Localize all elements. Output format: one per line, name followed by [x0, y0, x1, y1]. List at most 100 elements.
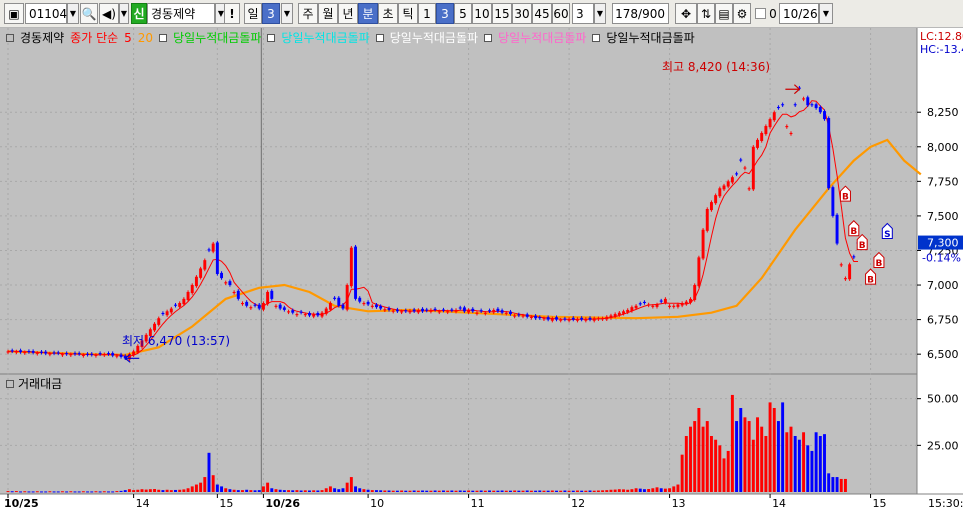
candle-body — [77, 353, 81, 355]
volume-bar — [492, 490, 496, 492]
volume-bar — [529, 490, 533, 492]
chart-window-icon[interactable]: ▣ — [4, 3, 24, 24]
minute-1-button[interactable]: 1 — [418, 3, 436, 24]
legend-square-icon[interactable] — [267, 34, 276, 42]
candle-body — [90, 353, 94, 355]
volume-bar — [345, 482, 349, 492]
volume-bar — [709, 436, 713, 492]
volume-bar — [86, 491, 90, 493]
candle-body — [299, 311, 303, 313]
legend-square-icon[interactable] — [159, 34, 168, 42]
candle-body — [471, 308, 475, 312]
period-year-button[interactable]: 년 — [338, 3, 358, 24]
period-count-dropdown-icon[interactable]: ▼ — [281, 3, 293, 24]
candle-body — [19, 350, 23, 353]
minute-45-button[interactable]: 45 — [532, 3, 552, 24]
period-day-button[interactable]: 일 — [244, 3, 262, 24]
volume-bar — [56, 491, 60, 493]
time-tick-label: 14 — [136, 497, 150, 510]
candle-body — [328, 303, 332, 310]
stock-name-field[interactable]: 경동제약 — [147, 3, 215, 24]
volume-bar — [730, 394, 734, 492]
minute-30-button[interactable]: 30 — [512, 3, 532, 24]
chart-area[interactable]: BBBBBS 6,500 6,750 7,000 7,250 7,500 7,750 8,0… — [0, 28, 963, 511]
legend-square-icon[interactable] — [592, 34, 601, 42]
volume-bar — [622, 489, 625, 492]
period-week-button[interactable]: 주 — [298, 3, 318, 24]
candle-body — [23, 352, 27, 354]
volume-bar — [199, 482, 203, 492]
volume-bar — [48, 491, 52, 493]
volume-bar — [358, 488, 362, 492]
candle-body — [634, 305, 638, 309]
crosshair-icon[interactable]: ✥ — [675, 3, 697, 24]
volume-bar — [525, 490, 529, 492]
alert-button[interactable]: ! — [224, 3, 240, 24]
minute-5-button[interactable]: 5 — [454, 3, 472, 24]
toolbar: ▣ 011040 ▼ 🔍 ◀) ▼ 신 경동제약 ▼ ! 일 3 ▼ 주 월 년… — [0, 0, 963, 28]
volume-bar — [768, 402, 772, 492]
candle-body — [366, 301, 370, 305]
candle-body — [559, 319, 563, 321]
volume-bar — [287, 490, 291, 492]
volume-bar — [328, 486, 332, 492]
candle-body — [211, 243, 215, 252]
volume-bar — [458, 490, 462, 492]
compare-icon[interactable]: ⇅ — [697, 3, 715, 24]
legend-square-icon[interactable] — [6, 34, 14, 42]
volume-bar — [785, 432, 789, 492]
candle-body — [793, 104, 797, 106]
calendar-dropdown-icon[interactable]: ▼ — [819, 3, 833, 24]
candle-body — [236, 290, 240, 299]
volume-bar — [362, 489, 366, 492]
period-count-field[interactable]: 3 — [262, 3, 280, 24]
legend-square-icon[interactable] — [375, 34, 384, 42]
time-tick-label: 10/26 — [265, 497, 300, 510]
legend-square-icon[interactable] — [484, 34, 493, 42]
custom-minute-dropdown-icon[interactable]: ▼ — [594, 3, 606, 24]
candle-body — [705, 209, 709, 231]
candle-body — [735, 173, 739, 175]
minute-60-button[interactable]: 60 — [552, 3, 570, 24]
candle-body — [86, 353, 90, 355]
volume-bar — [462, 490, 466, 492]
volume-bar — [584, 490, 588, 492]
volume-bar — [174, 489, 177, 492]
period-month-button[interactable]: 월 — [318, 3, 338, 24]
period-tick-button[interactable]: 틱 — [398, 3, 418, 24]
date-input[interactable]: 10/26 — [779, 3, 819, 24]
volume-bar — [756, 417, 759, 492]
speaker-icon[interactable]: ◀) — [99, 3, 119, 24]
volume-bar — [190, 486, 194, 492]
data-count-field[interactable]: 178/900 — [612, 3, 669, 24]
price-tick-label: 7,750 — [927, 175, 959, 188]
period-second-button[interactable]: 초 — [378, 3, 398, 24]
date-checkbox[interactable] — [755, 8, 766, 19]
price-chart[interactable]: BBBBBS 6,5006,7507,0007,2507,5007,7508,0… — [0, 28, 963, 511]
volume-bar — [609, 489, 613, 492]
custom-minute-input[interactable]: 3 — [572, 3, 594, 24]
volume-bar — [450, 490, 454, 492]
minute-15-button[interactable]: 15 — [492, 3, 512, 24]
candle-body — [592, 318, 596, 321]
period-minute-button[interactable]: 분 — [358, 3, 378, 24]
candle-body — [513, 315, 517, 317]
stock-code-input[interactable]: 011040 — [25, 3, 75, 24]
minute-3-button[interactable]: 3 — [436, 3, 454, 24]
volume-bar — [454, 490, 458, 492]
candle-body — [622, 311, 625, 314]
candle-body — [153, 323, 157, 331]
volume-bar — [764, 436, 768, 492]
volume-bar — [433, 490, 437, 492]
candle-body — [370, 305, 374, 307]
search-icon[interactable]: 🔍 — [80, 3, 98, 24]
candle-body — [588, 317, 592, 320]
save-icon[interactable]: ▤ — [715, 3, 733, 24]
volume-bar — [291, 490, 295, 492]
settings-gear-icon[interactable]: ⚙ — [733, 3, 751, 24]
volume-square-icon[interactable] — [6, 379, 14, 388]
code-dropdown-icon[interactable]: ▼ — [67, 3, 79, 24]
minute-10-button[interactable]: 10 — [472, 3, 492, 24]
legend-ma-label: 종가 단순 — [70, 31, 119, 45]
speaker-dropdown-icon[interactable]: ▼ — [119, 3, 129, 24]
